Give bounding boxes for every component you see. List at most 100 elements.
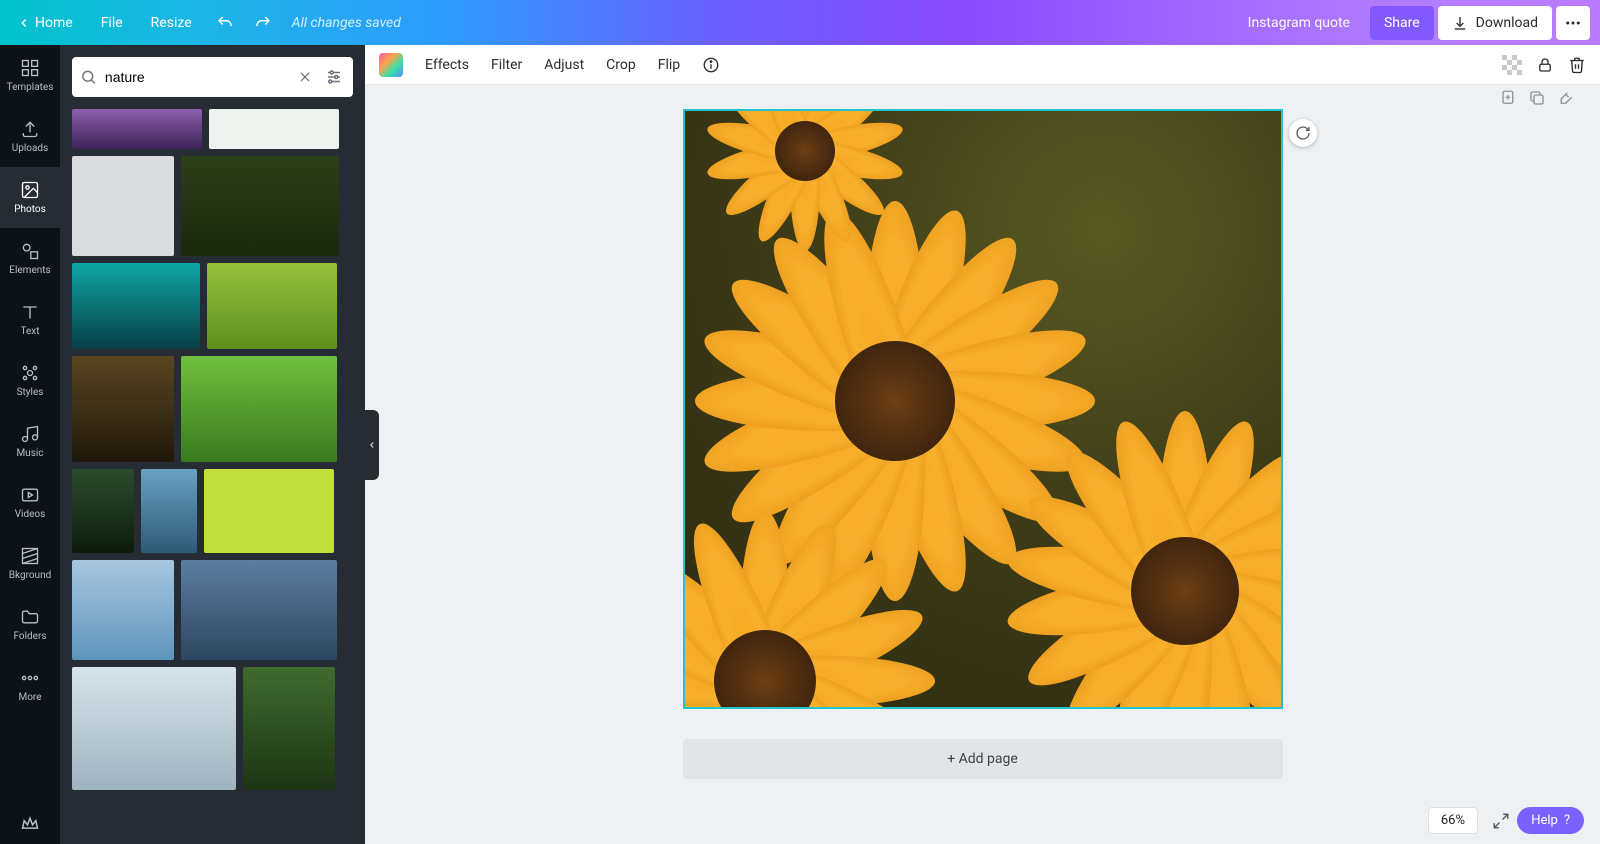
side-rail: Templates Uploads Photos Elements Text Styles… xyxy=(0,45,60,844)
download-icon xyxy=(1452,15,1468,31)
lock-icon[interactable] xyxy=(1536,56,1554,74)
fullscreen-icon[interactable] xyxy=(1492,812,1510,830)
photo-thumbnail[interactable] xyxy=(72,560,174,660)
rail-templates[interactable]: Templates xyxy=(0,45,60,106)
search-input[interactable] xyxy=(103,68,288,86)
more-menu-button[interactable] xyxy=(1556,6,1590,40)
photo-thumbnail[interactable] xyxy=(243,667,335,790)
background-icon xyxy=(20,546,40,566)
rail-label: Uploads xyxy=(12,143,48,154)
undo-button[interactable] xyxy=(208,6,242,40)
top-bar: Home File Resize All changes saved Insta… xyxy=(0,0,1600,45)
rail-more[interactable]: More xyxy=(0,655,60,716)
info-icon[interactable] xyxy=(702,56,720,74)
templates-icon xyxy=(20,58,40,78)
rail-label: Bkground xyxy=(9,570,52,581)
download-button[interactable]: Download xyxy=(1438,6,1552,40)
resize-menu[interactable]: Resize xyxy=(139,9,204,37)
rail-videos[interactable]: Videos xyxy=(0,472,60,533)
search-filters-button[interactable] xyxy=(322,65,345,89)
artboard[interactable] xyxy=(683,109,1283,709)
home-label: Home xyxy=(35,15,73,31)
trash-icon[interactable] xyxy=(1568,56,1586,74)
photo-gallery[interactable] xyxy=(60,109,365,844)
undo-icon xyxy=(216,14,234,32)
context-toolbar: Effects Filter Adjust Crop Flip xyxy=(365,45,1600,85)
styles-icon xyxy=(20,363,40,383)
photo-thumbnail[interactable] xyxy=(72,356,174,462)
photo-thumbnail[interactable] xyxy=(72,156,174,256)
sliders-icon xyxy=(325,68,343,86)
photo-thumbnail[interactable] xyxy=(181,356,337,462)
rail-elements[interactable]: Elements xyxy=(0,228,60,289)
close-icon xyxy=(298,70,312,84)
photo-thumbnail[interactable] xyxy=(209,109,339,149)
rail-label: Templates xyxy=(7,82,54,93)
videos-icon xyxy=(20,485,40,505)
rail-label: Videos xyxy=(15,509,46,520)
save-status: All changes saved xyxy=(292,15,401,31)
refresh-icon xyxy=(1295,125,1311,141)
more-icon xyxy=(20,668,40,688)
rail-styles[interactable]: Styles xyxy=(0,350,60,411)
rail-label: More xyxy=(18,692,41,703)
more-horizontal-icon xyxy=(1564,14,1582,32)
help-button[interactable]: Help ? xyxy=(1517,807,1584,834)
photo-thumbnail[interactable] xyxy=(181,560,337,660)
share-page-icon[interactable] xyxy=(1556,89,1574,107)
add-page-button[interactable]: + Add page xyxy=(683,739,1283,779)
rail-label: Text xyxy=(20,326,39,337)
download-label: Download xyxy=(1476,15,1538,31)
photo-thumbnail[interactable] xyxy=(72,667,236,790)
adjust-button[interactable]: Adjust xyxy=(544,57,584,73)
rail-folders[interactable]: Folders xyxy=(0,594,60,655)
folders-icon xyxy=(20,607,40,627)
share-button[interactable]: Share xyxy=(1370,6,1434,40)
file-menu[interactable]: File xyxy=(89,9,135,37)
text-icon xyxy=(20,302,40,322)
document-title[interactable]: Instagram quote xyxy=(405,15,1366,31)
canvas-area: Effects Filter Adjust Crop Flip xyxy=(365,45,1600,844)
redo-icon xyxy=(254,14,272,32)
crown-icon xyxy=(20,814,40,834)
redo-button[interactable] xyxy=(246,6,280,40)
photo-thumbnail[interactable] xyxy=(72,263,200,349)
duplicate-page-icon[interactable] xyxy=(1528,89,1546,107)
zoom-level[interactable]: 66% xyxy=(1428,807,1478,834)
search-icon xyxy=(80,68,97,86)
canvas-stage[interactable]: + Add page 66% Help ? xyxy=(365,85,1600,844)
photo-thumbnail[interactable] xyxy=(72,109,202,149)
flip-button[interactable]: Flip xyxy=(658,57,680,73)
clear-search-button[interactable] xyxy=(294,65,317,89)
color-picker-button[interactable] xyxy=(379,53,403,77)
rail-text[interactable]: Text xyxy=(0,289,60,350)
rail-label: Elements xyxy=(9,265,50,276)
help-question-icon: ? xyxy=(1564,813,1570,828)
photo-thumbnail[interactable] xyxy=(207,263,337,349)
music-icon xyxy=(20,424,40,444)
photo-thumbnail[interactable] xyxy=(141,469,197,553)
page-actions xyxy=(1500,89,1574,107)
add-page-icon[interactable] xyxy=(1500,89,1518,107)
photo-thumbnail[interactable] xyxy=(72,469,134,553)
regenerate-button[interactable] xyxy=(1289,119,1317,147)
help-label: Help xyxy=(1531,813,1558,828)
rail-label: Music xyxy=(16,448,43,459)
rail-music[interactable]: Music xyxy=(0,411,60,472)
uploads-icon xyxy=(20,119,40,139)
chevron-left-icon xyxy=(17,16,31,30)
transparency-icon[interactable] xyxy=(1502,55,1522,75)
crop-button[interactable]: Crop xyxy=(606,57,636,73)
photo-thumbnail[interactable] xyxy=(204,469,334,553)
home-button[interactable]: Home xyxy=(5,9,85,37)
rail-photos[interactable]: Photos xyxy=(0,167,60,228)
upgrade-crown[interactable] xyxy=(0,804,60,844)
rail-uploads[interactable]: Uploads xyxy=(0,106,60,167)
elements-icon xyxy=(20,241,40,261)
rail-background[interactable]: Bkground xyxy=(0,533,60,594)
search-box xyxy=(72,57,353,97)
photos-panel xyxy=(60,45,365,844)
filter-button[interactable]: Filter xyxy=(491,57,522,73)
effects-button[interactable]: Effects xyxy=(425,57,469,73)
photo-thumbnail[interactable] xyxy=(181,156,339,256)
